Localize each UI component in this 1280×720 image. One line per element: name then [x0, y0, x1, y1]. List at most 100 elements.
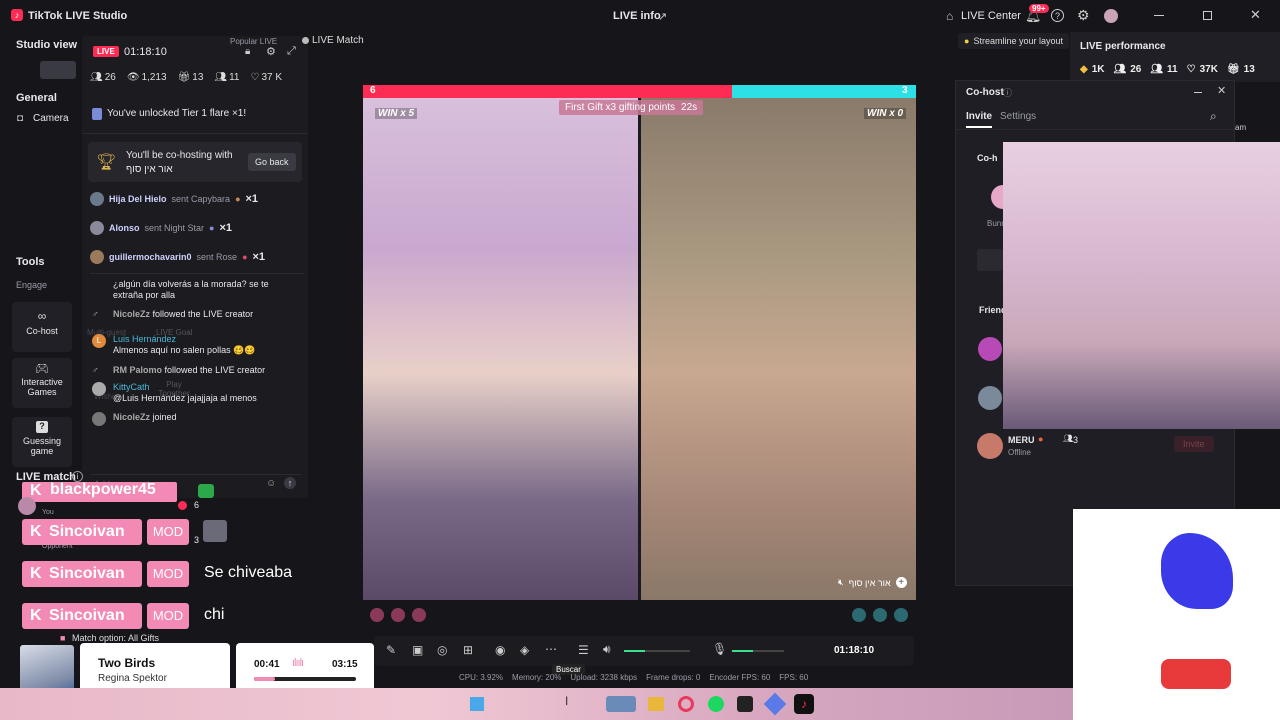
- chatter-name: Sincoivan: [49, 565, 125, 582]
- camera-icon: ◘: [17, 113, 24, 124]
- sliders-icon[interactable]: ☰: [578, 643, 589, 657]
- live-info-link[interactable]: LIVE info: [613, 10, 661, 22]
- views-count: 1,213: [141, 72, 167, 83]
- avatar[interactable]: [977, 433, 1003, 459]
- app-icon[interactable]: [737, 696, 753, 712]
- general-dropdown[interactable]: General: [16, 92, 57, 104]
- portrait-toggle[interactable]: [40, 61, 76, 79]
- live-match-button[interactable]: LIVE Match: [298, 33, 368, 48]
- left-seats: [370, 608, 426, 622]
- camera-source[interactable]: Camera: [33, 113, 69, 124]
- message-text: followed the LIVE creator: [152, 309, 254, 319]
- top-rank: 6: [194, 500, 200, 510]
- invite-button[interactable]: Invite: [1174, 436, 1214, 452]
- diamond-icon: ◆: [1080, 64, 1088, 75]
- right-seats: [852, 608, 908, 622]
- emoji-icon[interactable]: ☺: [266, 478, 276, 489]
- cohost-tool[interactable]: ∞ Co-host: [12, 302, 72, 352]
- streamline-pill[interactable]: ● Streamline your layout: [958, 33, 1069, 49]
- opponent-name: אור אין סוף: [848, 577, 891, 588]
- mod-badge: MOD: [147, 519, 189, 545]
- close-panel-button[interactable]: ✕: [1217, 84, 1226, 97]
- opera-icon[interactable]: [678, 696, 694, 712]
- minimize-panel-button[interactable]: [1194, 92, 1202, 93]
- help-icon[interactable]: ⓘ: [1003, 86, 1012, 99]
- magic-wand-icon[interactable]: ✎: [386, 643, 396, 657]
- tab-invite[interactable]: Invite: [966, 111, 993, 128]
- info-icon[interactable]: i: [72, 471, 83, 482]
- stream-status-icon[interactable]: ◈: [520, 643, 529, 657]
- share-icon[interactable]: ↗: [658, 10, 667, 23]
- live-match-label: LIVE Match: [312, 35, 364, 46]
- avatar[interactable]: [978, 386, 1002, 410]
- effects-icon[interactable]: ◎: [437, 643, 447, 657]
- avatar[interactable]: [991, 185, 1003, 209]
- seat-icon[interactable]: [873, 608, 887, 622]
- kick-logo-icon: K: [30, 607, 42, 624]
- mic-icon[interactable]: 🎙︎: [712, 642, 727, 656]
- add-icon[interactable]: +: [895, 577, 907, 588]
- gifter-name: Hija Del Hielo: [109, 193, 167, 204]
- guessing-game-tool[interactable]: ? Guessing game: [12, 417, 72, 467]
- seat-icon[interactable]: [894, 608, 908, 622]
- popout-icon[interactable]: ⤢: [287, 45, 296, 58]
- you-label: You: [42, 509, 54, 516]
- seat-icon[interactable]: [412, 608, 426, 622]
- go-back-button[interactable]: Go back: [248, 153, 296, 171]
- eye-icon: 👁︎: [126, 72, 140, 83]
- tab-settings[interactable]: Settings: [1000, 111, 1036, 122]
- add-source-icon[interactable]: ⊞: [463, 643, 473, 657]
- avatar: [18, 497, 36, 515]
- app-icon[interactable]: [763, 692, 787, 716]
- placeholder-button[interactable]: [977, 249, 1003, 271]
- send-icon[interactable]: ↑: [284, 477, 296, 489]
- record-icon[interactable]: ◉: [495, 643, 505, 657]
- help-icon[interactable]: ?: [1051, 9, 1064, 22]
- gifts-count: 13: [1243, 64, 1255, 75]
- volume-slider[interactable]: [624, 650, 690, 652]
- interactive-games-tool[interactable]: 🎮︎ Interactive Games: [12, 358, 72, 408]
- lock-icon[interactable]: 🔒︎: [245, 46, 250, 57]
- live-center-link[interactable]: LIVE Center: [961, 10, 1021, 22]
- kick-logo-icon: K: [30, 482, 42, 499]
- avatar[interactable]: [1104, 9, 1118, 23]
- flag-icon: [198, 484, 214, 498]
- status-bar: CPU: 3.92% Memory: 20% Upload: 3238 kbps…: [459, 673, 808, 682]
- match-dot-icon: [302, 37, 309, 44]
- viewers-icon: 👥︎: [90, 72, 103, 83]
- minimize-button[interactable]: [1154, 15, 1164, 16]
- studio-view-dropdown[interactable]: Studio view: [16, 39, 77, 51]
- name-pill: K Sincoivan: [22, 603, 142, 629]
- gear-icon[interactable]: ⚙: [266, 45, 276, 58]
- gift-action: sent Capybara: [171, 193, 231, 204]
- chatter-name: Sincoivan: [49, 607, 125, 624]
- list-item: ♂ RM Palomo followed the LIVE creator: [90, 365, 300, 376]
- avatar[interactable]: [978, 337, 1002, 361]
- streamline-label: Streamline your layout: [973, 36, 1063, 46]
- settings-gear-icon[interactable]: ⚙: [1077, 7, 1090, 24]
- toolbar-timer: 01:18:10: [834, 645, 875, 656]
- music-progress-bar[interactable]: [254, 677, 356, 681]
- spotify-icon[interactable]: [708, 696, 724, 712]
- seat-icon[interactable]: [391, 608, 405, 622]
- close-window-button[interactable]: ✕: [1250, 7, 1261, 23]
- more-icon[interactable]: ⋯: [545, 642, 557, 656]
- folder-icon[interactable]: [648, 697, 664, 711]
- seat-icon[interactable]: [370, 608, 384, 622]
- search-icon[interactable]: ⌕: [1210, 109, 1217, 124]
- memory-stat: Memory: 20%: [512, 673, 562, 682]
- viewers-count: 26: [104, 72, 116, 83]
- app-title: TikTok LIVE Studio: [28, 10, 128, 22]
- mic-slider[interactable]: [732, 650, 784, 652]
- restore-button[interactable]: [1203, 11, 1212, 20]
- speaker-icon[interactable]: 🔊︎: [603, 642, 611, 657]
- upload-stat: Upload: 3238 kbps: [570, 673, 638, 682]
- seat-icon[interactable]: [852, 608, 866, 622]
- app-icon[interactable]: [606, 696, 636, 712]
- edit-layout-icon[interactable]: ▣: [412, 643, 423, 657]
- mute-icon[interactable]: 🔇︎: [838, 577, 844, 588]
- tiktok-app-icon[interactable]: ♪: [794, 694, 814, 714]
- sonic-overlay: [1073, 509, 1280, 720]
- follow-icon: ♂: [92, 365, 99, 375]
- windows-start-icon[interactable]: [470, 697, 484, 711]
